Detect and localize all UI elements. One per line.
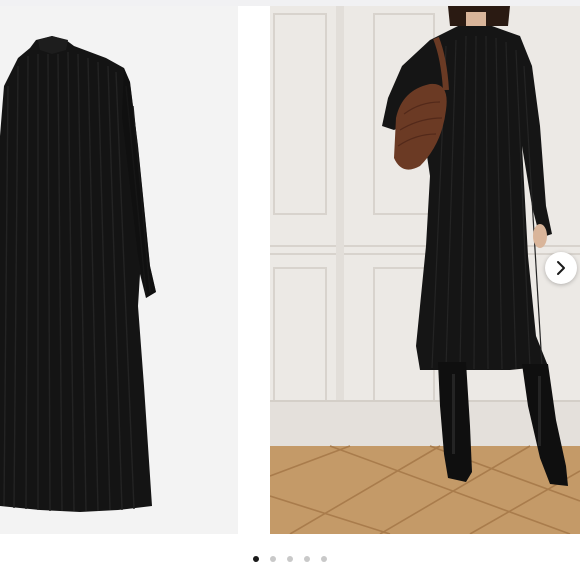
pagination-dot-1[interactable]	[253, 556, 259, 562]
slide-dress-product-shot[interactable]	[0, 6, 238, 534]
pagination-dot-3[interactable]	[287, 556, 293, 562]
next-slide-button[interactable]	[545, 252, 577, 284]
pagination-dot-4[interactable]	[304, 556, 310, 562]
pagination-dot-5[interactable]	[321, 556, 327, 562]
chevron-right-icon	[557, 261, 565, 275]
dress-product-image	[0, 36, 156, 512]
pagination-dot-2[interactable]	[270, 556, 276, 562]
carousel-pagination	[0, 552, 580, 566]
carousel-track[interactable]	[0, 6, 580, 534]
product-image-carousel	[0, 0, 580, 580]
model-photo-image	[270, 6, 580, 534]
slide-model-photo[interactable]	[270, 6, 580, 534]
